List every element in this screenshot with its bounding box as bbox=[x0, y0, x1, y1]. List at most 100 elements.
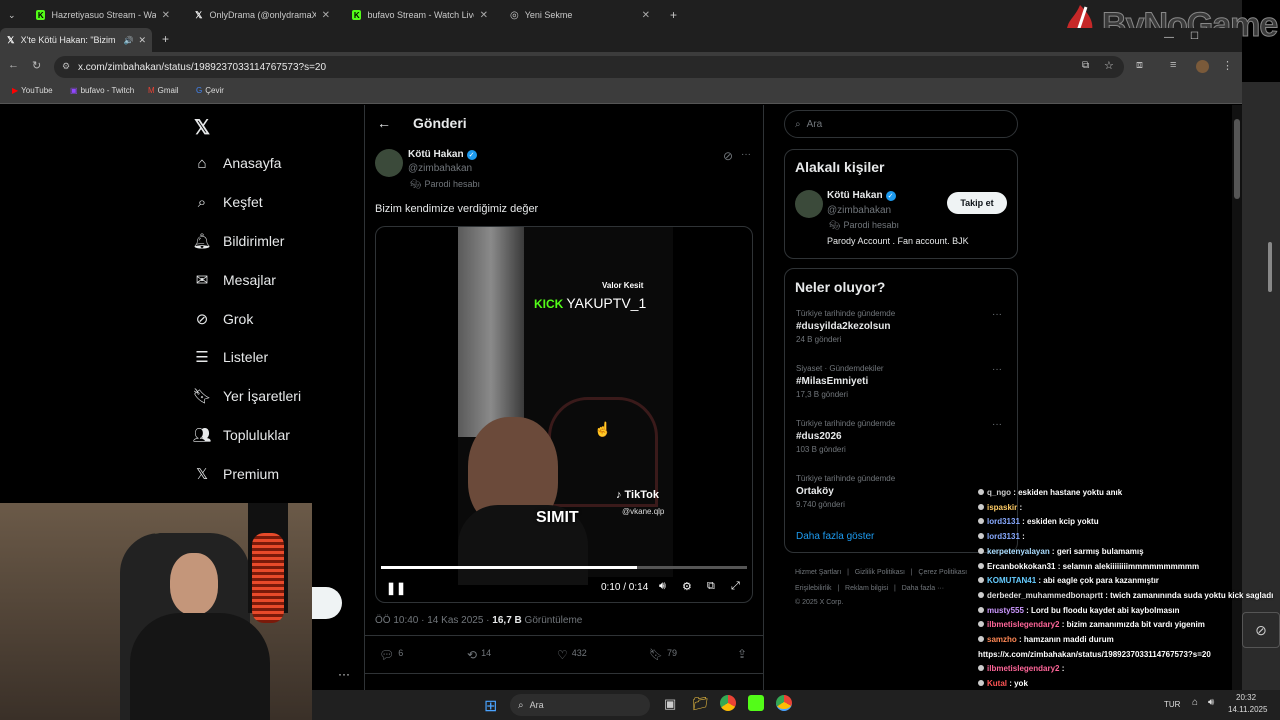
share-icon[interactable]: ⇪ bbox=[737, 647, 747, 661]
language-indicator[interactable]: TUR bbox=[1164, 700, 1180, 709]
chat-username[interactable]: ilbmetislegendary2 bbox=[987, 664, 1059, 673]
star-icon[interactable]: ☆ bbox=[1104, 59, 1114, 72]
more-icon[interactable]: ··· bbox=[992, 364, 1002, 375]
clock-date[interactable]: 14.11.2025 bbox=[1228, 705, 1267, 714]
nav-communities[interactable]: 👥︎ Topluluklar bbox=[192, 427, 289, 444]
pause-icon[interactable]: ❚❚ bbox=[386, 581, 406, 595]
show-more-link[interactable]: Daha fazla göster bbox=[796, 531, 874, 542]
site-info-icon[interactable]: ⚙ bbox=[62, 61, 70, 72]
nav-grok[interactable]: ⊘ Grok bbox=[194, 311, 254, 328]
repost-button[interactable]: ⟲ 14 bbox=[467, 648, 491, 662]
author-handle[interactable]: @zimbahakan bbox=[408, 163, 472, 174]
chat-username[interactable]: KOMUTAN41 bbox=[987, 576, 1036, 585]
nav-premium[interactable]: 𝕏 Premium bbox=[194, 466, 279, 483]
progress-track[interactable] bbox=[381, 566, 747, 569]
like-button[interactable]: ♡ 432 bbox=[557, 648, 587, 662]
more-icon[interactable]: ··· bbox=[992, 309, 1002, 320]
settings-icon[interactable]: ⚙ bbox=[682, 580, 692, 593]
tab-4[interactable]: ◎ Yeni Sekme ✕ bbox=[502, 4, 658, 26]
footer-links[interactable]: Erişilebilirlik | Reklam bilgisi | Daha … bbox=[795, 585, 944, 592]
nav-notifications[interactable]: 🔔︎ Bildirimler bbox=[192, 233, 284, 250]
post-button[interactable] bbox=[312, 587, 342, 619]
nav-lists[interactable]: ☰ Listeler bbox=[194, 349, 268, 366]
close-icon[interactable]: ✕ bbox=[138, 35, 146, 46]
chat-username[interactable]: ilbmetislegendary2 bbox=[987, 620, 1059, 629]
media-icon[interactable]: ≡ bbox=[1170, 59, 1176, 71]
chat-username[interactable]: samzho bbox=[987, 635, 1017, 644]
grok-fab-icon[interactable]: ⊘ bbox=[1242, 612, 1280, 648]
chat-username[interactable]: kerpetenyalayan bbox=[987, 547, 1050, 556]
trend-item[interactable]: Türkiye tarihinde gündemde #dusyilda2kez… bbox=[796, 309, 895, 344]
scrollbar-thumb[interactable] bbox=[1234, 119, 1240, 199]
avatar[interactable] bbox=[795, 190, 823, 218]
related-handle[interactable]: @zimbahakan bbox=[827, 205, 891, 216]
follow-button[interactable]: Takip et bbox=[947, 192, 1007, 214]
menu-icon[interactable]: ⋮ bbox=[1222, 59, 1233, 72]
task-view-icon[interactable]: ▣ bbox=[664, 696, 676, 712]
avatar[interactable] bbox=[375, 149, 403, 177]
chrome-icon[interactable] bbox=[720, 695, 736, 711]
reply-button[interactable]: 💬︎ 6 bbox=[379, 648, 403, 662]
trend-item[interactable]: Türkiye tarihinde gündemde #dus2026 103 … bbox=[796, 419, 895, 454]
new-tab-button[interactable]: + bbox=[662, 4, 685, 26]
active-tab[interactable]: 𝕏 X'te Kötü Hakan: "Bizim ken 🔊 ✕ bbox=[0, 28, 152, 52]
close-icon[interactable]: ✕ bbox=[162, 10, 170, 21]
pip-icon[interactable]: ⧉ bbox=[707, 580, 715, 593]
windows-start-icon[interactable]: ⊞ bbox=[484, 696, 497, 716]
footer-links[interactable]: Hizmet Şartları | Gizlilik Politikası | … bbox=[795, 569, 967, 576]
trend-item[interactable]: Siyaset · Gündemdekiler #MilasEmniyeti 1… bbox=[796, 364, 884, 399]
video-player[interactable]: Valor Kesit KICK YAKUPTV_1 SIMIT ♪ TikTo… bbox=[375, 226, 753, 603]
chat-username[interactable]: q_ngo bbox=[987, 488, 1011, 497]
trend-item[interactable]: Türkiye tarihinde gündemde Ortaköy 9.740… bbox=[796, 474, 895, 509]
chat-username[interactable]: ispaskir bbox=[987, 503, 1017, 512]
post-timestamp[interactable]: ÖÖ 10:40 · 14 Kas 2025 · bbox=[375, 615, 492, 626]
more-icon[interactable]: ··· bbox=[992, 419, 1002, 430]
bookmark-button[interactable]: 🔖︎ 79 bbox=[649, 648, 677, 661]
back-arrow-icon[interactable]: ← bbox=[377, 115, 391, 131]
bookmark-translate[interactable]: G Çevir bbox=[196, 86, 224, 95]
back-icon[interactable]: ← bbox=[8, 59, 19, 71]
extensions-icon[interactable]: ⧈ bbox=[1136, 59, 1143, 72]
reload-icon[interactable]: ↻ bbox=[32, 59, 41, 72]
tab-search-button[interactable]: ⌄ bbox=[0, 4, 26, 26]
taskbar-search[interactable]: ⌕ Ara bbox=[510, 694, 650, 716]
chat-username[interactable]: derbeder_muhammedbonaprtt bbox=[987, 591, 1103, 600]
volume-icon[interactable]: 🔊︎ bbox=[659, 580, 666, 593]
fullscreen-icon[interactable]: ⤢ bbox=[731, 580, 740, 593]
related-name[interactable]: Kötü Hakan bbox=[827, 190, 883, 201]
maximize-button[interactable]: ☐ bbox=[1190, 31, 1199, 42]
chat-username[interactable]: Ercanbokkokan31 bbox=[987, 562, 1055, 571]
nav-home[interactable]: ⌂ Anasayfa bbox=[194, 155, 281, 172]
close-icon[interactable]: ✕ bbox=[642, 10, 650, 21]
x-logo-icon[interactable]: 𝕏 bbox=[194, 115, 210, 140]
bookmark-twitch[interactable]: ▣ bufavo - Twitch bbox=[70, 86, 134, 95]
bookmark-youtube[interactable]: ▶ YouTube bbox=[12, 86, 53, 95]
chat-username[interactable]: lord3131 bbox=[987, 517, 1020, 526]
more-options-icon[interactable]: ··· bbox=[741, 149, 751, 160]
chat-username[interactable]: musty555 bbox=[987, 606, 1024, 615]
minimize-button[interactable]: — bbox=[1164, 32, 1174, 43]
tab-1[interactable]: K Hazretiyasuo Stream - Watch L ✕ bbox=[28, 4, 178, 26]
file-explorer-icon[interactable]: 📁︎ bbox=[692, 696, 709, 712]
network-icon[interactable]: ⌂ bbox=[1192, 697, 1198, 708]
speaker-icon[interactable]: 🔊 bbox=[123, 36, 133, 45]
close-icon[interactable]: ✕ bbox=[322, 10, 330, 21]
tab-3[interactable]: K bufavo Stream - Watch Live on ✕ bbox=[344, 4, 496, 26]
bookmark-gmail[interactable]: M Gmail bbox=[148, 86, 179, 95]
search-box[interactable]: ⌕ Ara bbox=[784, 110, 1018, 138]
close-icon[interactable]: ✕ bbox=[480, 10, 488, 21]
address-bar[interactable]: ⚙ x.com/zimbahakan/status/19892370331147… bbox=[54, 56, 1124, 78]
grok-icon[interactable]: ⊘ bbox=[723, 149, 733, 163]
tab-2[interactable]: 𝕏 OnlyDrama (@onlydramaX) / X ✕ bbox=[186, 4, 338, 26]
chat-username[interactable]: Kutal bbox=[987, 679, 1007, 688]
more-icon[interactable]: ··· bbox=[338, 667, 350, 681]
profile-avatar[interactable] bbox=[1196, 60, 1209, 73]
chat-username[interactable]: lord3131 bbox=[987, 532, 1020, 541]
volume-icon[interactable]: 🔊︎ bbox=[1208, 697, 1214, 708]
chrome-icon[interactable] bbox=[776, 695, 792, 711]
new-tab-button[interactable]: + bbox=[162, 32, 169, 46]
nav-bookmarks[interactable]: 🔖︎ Yer İşaretleri bbox=[192, 388, 301, 405]
nav-messages[interactable]: ✉ Mesajlar bbox=[194, 272, 276, 289]
install-icon[interactable]: ⧉ bbox=[1082, 60, 1089, 71]
author-name[interactable]: Kötü Hakan bbox=[408, 149, 464, 160]
